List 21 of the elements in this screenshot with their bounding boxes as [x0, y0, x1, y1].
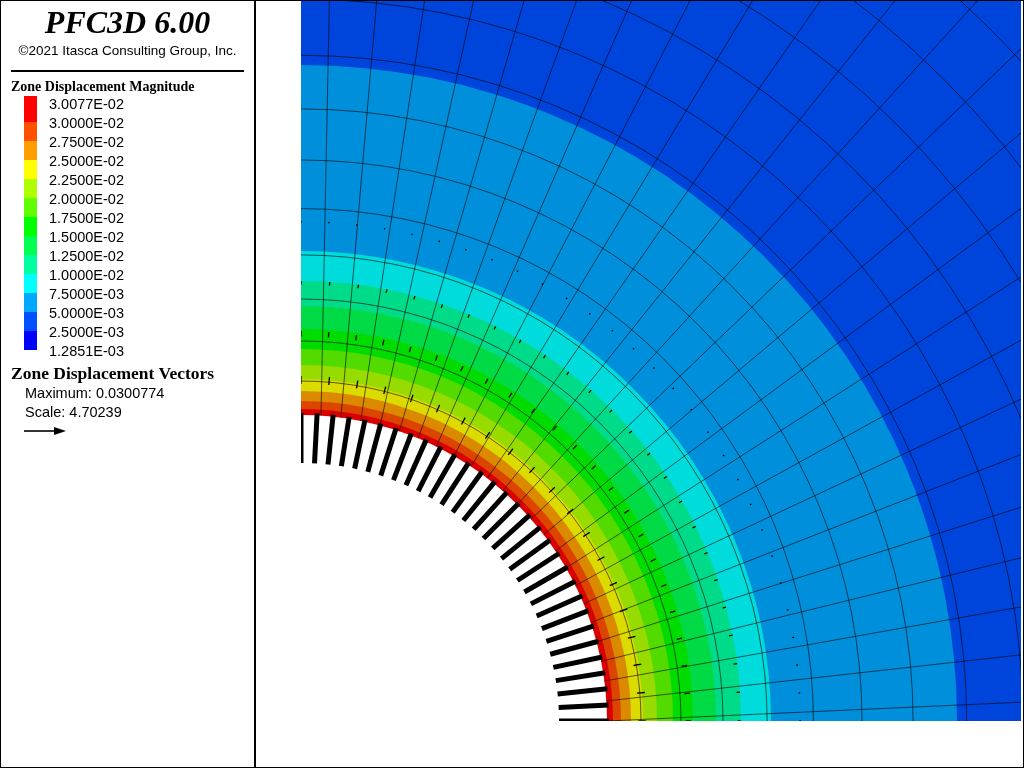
scale-label: 3.0077E-02 [49, 95, 124, 114]
copyright-text: ©2021 Itasca Consulting Group, Inc. [17, 43, 238, 58]
scale-label: 1.5000E-02 [49, 228, 124, 247]
scale-label: 1.2851E-03 [49, 342, 124, 361]
scale-label: 1.2500E-02 [49, 247, 124, 266]
maximum-text: Maximum: 0.0300774 [24, 384, 166, 403]
scale-label: 7.5000E-03 [49, 285, 124, 304]
scale-label: 2.5000E-02 [49, 152, 124, 171]
scale-text: Scale: 4.70239 [24, 403, 123, 422]
scale-label: 2.2500E-02 [49, 171, 124, 190]
scale-label: 2.0000E-02 [49, 190, 124, 209]
contour-legend-title: Zone Displacement Magnitude [11, 79, 196, 95]
scale-label: 5.0000E-03 [49, 304, 124, 323]
scale-label: 2.5000E-03 [49, 323, 124, 342]
vector-legend-title: Zone Displacement Vectors [11, 363, 216, 384]
scale-label: 1.7500E-02 [49, 209, 124, 228]
plot-title: PFC3D 6.00 [43, 5, 212, 39]
arrow-icon [24, 426, 66, 436]
scale-label: 3.0000E-02 [49, 114, 124, 133]
scale-label: 2.7500E-02 [49, 133, 124, 152]
scale-label: 1.0000E-02 [49, 266, 124, 285]
